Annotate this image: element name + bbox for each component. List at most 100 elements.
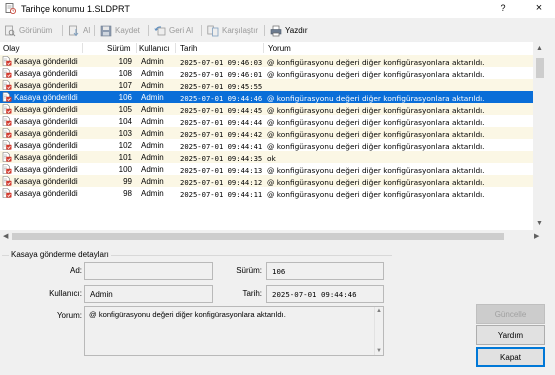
column-header-event[interactable]: Olay: [3, 44, 19, 53]
checked-in-document-icon: [2, 56, 12, 66]
scroll-down-arrow-icon[interactable]: ▼: [536, 220, 543, 227]
user-cell: Admin: [141, 165, 164, 174]
history-grid[interactable]: Olay Sürüm Kullanıcı Tarih Yorum Kasaya …: [0, 42, 533, 230]
table-row-selected[interactable]: Kasaya gönderildi 106 Admin 2025-07-01 09:4…: [0, 91, 533, 103]
comment-memo[interactable]: @ konfigürasyonu değeri diğer konfigüras…: [84, 306, 384, 356]
checked-in-document-icon: [2, 164, 12, 174]
table-row[interactable]: Kasaya gönderildi 104 Admin 2025-07-01 09:4…: [0, 115, 533, 127]
table-row[interactable]: Kasaya gönderildi 103 Admin 2025-07-01 09:4…: [0, 127, 533, 139]
comment-label: Yorum:: [56, 311, 82, 320]
table-row[interactable]: Kasaya gönderildi 98 Admin 2025-07-01 09:44…: [0, 187, 533, 199]
toolbar-separator: [264, 25, 265, 36]
date-cell: 2025-07-01 09:46:01: [180, 69, 263, 79]
comment-cell: @ konfigürasyonu değeri diğer konfigüras…: [267, 165, 485, 175]
version-cell: 106: [118, 93, 132, 102]
version-cell: 108: [118, 69, 132, 78]
save-button[interactable]: Kaydet: [100, 23, 140, 38]
date-field[interactable]: 2025-07-01 09:44:46: [266, 285, 384, 303]
event-cell: Kasaya gönderildi: [14, 141, 78, 150]
history-document-icon: [5, 3, 16, 14]
user-cell: Admin: [141, 57, 164, 66]
rollback-icon: [154, 25, 166, 35]
toolbar-separator: [94, 25, 95, 36]
user-cell: Admin: [141, 81, 164, 90]
date-cell: 2025-07-01 09:44:11: [180, 189, 263, 199]
comment-scrollbar[interactable]: ▲ ▼: [374, 307, 383, 355]
column-divider[interactable]: [82, 43, 83, 53]
version-cell: 104: [118, 117, 132, 126]
close-title-button[interactable]: ×: [532, 2, 546, 14]
scroll-up-arrow-icon[interactable]: ▲: [536, 45, 543, 52]
comment-cell: @ konfigürasyonu değeri diğer konfigüras…: [267, 177, 485, 187]
comment-cell: @ konfigürasyonu değeri diğer konfigüras…: [267, 69, 485, 79]
date-cell: 2025-07-01 09:44:13: [180, 165, 263, 175]
table-row[interactable]: Kasaya gönderildi 102 Admin 2025-07-01 09:4…: [0, 139, 533, 151]
event-cell: Kasaya gönderildi: [14, 129, 78, 138]
compare-button[interactable]: Karşılaştır: [207, 23, 258, 38]
column-divider[interactable]: [263, 43, 264, 53]
table-row[interactable]: Kasaya gönderildi 99 Admin 2025-07-01 09:44…: [0, 175, 533, 187]
date-cell: 2025-07-01 09:44:41: [180, 141, 263, 151]
comment-cell: @ konfigürasyonu değeri diğer konfigüras…: [267, 117, 485, 127]
event-cell: Kasaya gönderildi: [14, 93, 78, 102]
table-row[interactable]: Kasaya gönderildi 108 Admin 2025-07-01 09:4…: [0, 67, 533, 79]
toolbar-separator: [201, 25, 202, 36]
date-cell: 2025-07-01 09:44:45: [180, 105, 263, 115]
close-button[interactable]: Kapat: [476, 347, 545, 367]
date-cell: 2025-07-01 09:44:46: [180, 93, 263, 103]
vertical-scrollbar[interactable]: ▲ ▼: [533, 42, 546, 230]
event-cell: Kasaya gönderildi: [14, 153, 78, 162]
column-divider[interactable]: [136, 43, 137, 53]
date-cell: 2025-07-01 09:44:42: [180, 129, 263, 139]
user-cell: Admin: [141, 129, 164, 138]
checked-in-document-icon: [2, 128, 12, 138]
table-row[interactable]: Kasaya gönderildi 100 Admin 2025-07-01 09:4…: [0, 163, 533, 175]
update-button[interactable]: Güncelle: [476, 304, 545, 324]
date-cell: 2025-07-01 09:44:12: [180, 177, 263, 187]
print-button[interactable]: Yazdır: [270, 23, 308, 38]
column-header-date[interactable]: Tarih: [180, 44, 197, 53]
version-cell: 100: [118, 165, 132, 174]
get-button[interactable]: Al: [68, 23, 90, 38]
user-field[interactable]: Admin: [84, 285, 213, 303]
table-row[interactable]: Kasaya gönderildi 105 Admin 2025-07-01 09:4…: [0, 103, 533, 115]
help-title-button[interactable]: ?: [498, 3, 508, 13]
toolbar-separator: [148, 25, 149, 36]
checked-in-document-icon: [2, 116, 12, 126]
event-cell: Kasaya gönderildi: [14, 69, 78, 78]
column-header-version[interactable]: Sürüm: [107, 44, 131, 53]
table-row[interactable]: Kasaya gönderildi 101 Admin 2025-07-01 09:4…: [0, 151, 533, 163]
version-field[interactable]: 106: [266, 262, 384, 280]
checkin-details-title: Kasaya gönderme detayları: [9, 250, 111, 259]
scroll-left-arrow-icon[interactable]: ◀: [3, 232, 8, 240]
memo-scroll-down-icon[interactable]: ▼: [376, 348, 382, 354]
save-icon: [100, 25, 112, 36]
comment-text: @ konfigürasyonu değeri diğer konfigüras…: [89, 310, 286, 319]
name-field[interactable]: [84, 262, 213, 280]
comment-cell: @ konfigürasyonu değeri diğer konfigüras…: [267, 93, 485, 103]
comment-cell: @ konfigürasyonu değeri diğer konfigüras…: [267, 141, 485, 151]
event-cell: Kasaya gönderildi: [14, 57, 78, 66]
vertical-scroll-thumb[interactable]: [536, 58, 544, 78]
horizontal-scroll-thumb[interactable]: [12, 233, 504, 240]
memo-scroll-up-icon[interactable]: ▲: [376, 308, 382, 314]
column-header-comment[interactable]: Yorum: [268, 44, 291, 53]
checked-in-document-icon: [2, 188, 12, 198]
event-cell: Kasaya gönderildi: [14, 105, 78, 114]
version-cell: 102: [118, 141, 132, 150]
grid-header: Olay Sürüm Kullanıcı Tarih Yorum: [0, 42, 533, 54]
table-row[interactable]: Kasaya gönderildi 109 Admin 2025-07-01 09:4…: [0, 55, 533, 67]
scroll-right-arrow-icon[interactable]: ▶: [534, 232, 539, 240]
compare-icon: [207, 25, 219, 36]
horizontal-scrollbar[interactable]: ◀ ▶: [0, 230, 546, 242]
checked-in-document-icon: [2, 68, 12, 78]
help-button[interactable]: Yardım: [476, 325, 545, 345]
column-divider[interactable]: [175, 43, 176, 53]
table-row[interactable]: Kasaya gönderildi 107 Admin 2025-07-01 09:4…: [0, 79, 533, 91]
view-button[interactable]: Görünüm: [4, 23, 52, 38]
rollback-button[interactable]: Geri Al: [154, 23, 193, 38]
column-header-user[interactable]: Kullanıcı: [139, 44, 170, 53]
checked-in-document-icon: [2, 80, 12, 90]
date-cell: 2025-07-01 09:45:55: [180, 81, 263, 91]
user-cell: Admin: [141, 93, 164, 102]
